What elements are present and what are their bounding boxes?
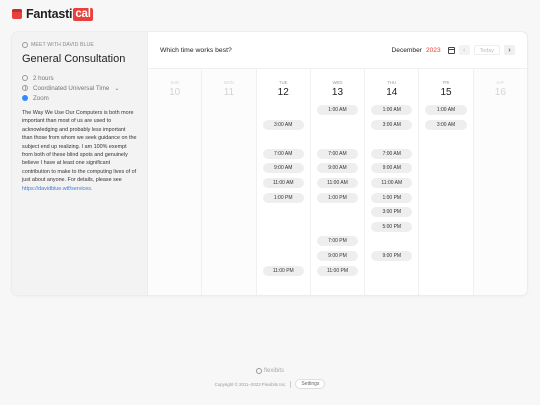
flexibits-text: flexibits: [263, 368, 284, 374]
week-grid: SUN 10 MON 11 TUE 12 3:00 AM 7:00 AM 9:00 AM 11:0…: [148, 69, 527, 295]
day-number: 11: [223, 87, 235, 98]
zoom-icon: [22, 95, 28, 101]
location-row: Zoom: [22, 93, 137, 103]
time-slot-button[interactable]: 3:00 AM: [262, 119, 304, 130]
flexibits-logo: flexibits: [0, 368, 540, 374]
time-slot-button[interactable]: 5:00 PM: [371, 221, 413, 232]
day-number: 10: [169, 87, 181, 98]
month-navigation: December 2023 ‹ Today ›: [392, 45, 515, 55]
day-column: TUE 12 3:00 AM 7:00 AM 9:00 AM 11:00 AM 1:00 P…: [257, 69, 311, 295]
day-of-week: WED: [332, 80, 343, 85]
day-number: 14: [386, 87, 398, 98]
time-slot-button[interactable]: 11:00 AM: [316, 178, 359, 188]
time-slot-button[interactable]: 9:00 PM: [371, 251, 413, 261]
day-column: SUN 10: [148, 69, 203, 295]
month-label: December: [391, 46, 422, 54]
day-number: 12: [277, 87, 289, 98]
time-slot-button[interactable]: 7:00 AM: [371, 148, 413, 159]
day-column: FRI 15 1:00 AM 3:00 AM: [419, 69, 474, 295]
time-slot-button[interactable]: 3:00 PM: [371, 207, 413, 218]
day-column: THU 14 1:00 AM 3:00 AM 7:00 AM 9:00 AM 11:00 A…: [365, 69, 420, 295]
time-slot-button[interactable]: 9:00 AM: [371, 163, 413, 174]
day-of-week: TUE: [279, 80, 288, 85]
day-number: 13: [331, 87, 344, 98]
time-slot-button[interactable]: 11:00 AM: [371, 178, 413, 188]
time-slot-button[interactable]: 11:00 PM: [316, 265, 359, 276]
meet-with-text: MEET WITH DAVID BLUE: [31, 42, 94, 48]
chevron-down-icon[interactable]: ⌄: [114, 85, 119, 92]
fantastical-logo-icon: [12, 9, 22, 19]
brand-name: Fantasti cal: [26, 7, 93, 21]
day-number: 15: [440, 87, 452, 98]
time-slot-button[interactable]: 1:00 AM: [425, 105, 467, 115]
time-slot-button[interactable]: 7:00 AM: [262, 148, 304, 159]
settings-button[interactable]: Settings: [295, 379, 326, 389]
day-of-week: MON: [224, 80, 234, 85]
timezone-text[interactable]: Coordinated Universal Time: [33, 85, 109, 92]
time-slot-button[interactable]: 3:00 AM: [425, 119, 467, 130]
calendar-icon[interactable]: [447, 46, 455, 54]
day-number: 16: [494, 87, 506, 98]
time-slot-button[interactable]: 11:00 AM: [262, 178, 304, 188]
time-slot-button[interactable]: 7:00 AM: [316, 148, 359, 159]
prev-week-button[interactable]: ‹: [458, 45, 470, 55]
day-of-week: SUN: [170, 80, 180, 85]
day-of-week: THU: [387, 80, 397, 85]
event-description: The Way We Use Our Computers is both mor…: [22, 109, 137, 193]
timezone-selector[interactable]: Coordinated Universal Time ⌄: [22, 83, 137, 93]
brand-name-cal: cal: [73, 7, 93, 21]
brand: Fantasti cal: [12, 6, 93, 22]
picker-header: Which time works best? December 2023 ‹ T…: [148, 32, 527, 69]
duration-row: 2 hours: [22, 73, 137, 83]
time-slot-button[interactable]: 11:00 PM: [262, 265, 304, 276]
copyright-text: Copyright © 2011–2023 Flexibits Inc.: [214, 381, 287, 387]
day-column: SAT 16: [473, 69, 527, 295]
brand-name-main: Fantasti: [26, 7, 73, 21]
globe-icon: [22, 85, 28, 91]
time-slot-button[interactable]: 1:00 PM: [316, 192, 359, 203]
day-of-week: SAT: [496, 80, 505, 85]
time-slot-button[interactable]: 9:00 AM: [316, 163, 359, 174]
time-slot-button[interactable]: 7:00 PM: [316, 236, 359, 247]
day-of-week: FRI: [442, 80, 450, 85]
person-icon: [22, 42, 28, 48]
day-column: MON 11: [202, 69, 257, 295]
clock-icon: [22, 75, 28, 81]
event-details-panel: MEET WITH DAVID BLUE General Consultatio…: [12, 32, 148, 295]
time-slot-button[interactable]: 3:00 AM: [371, 119, 413, 130]
year-label: 2023: [425, 46, 441, 54]
time-slot-button[interactable]: 1:00 AM: [316, 105, 359, 115]
time-picker: Which time works best? December 2023 ‹ T…: [148, 32, 527, 295]
time-slot-button[interactable]: 1:00 AM: [371, 105, 413, 115]
location-text: Zoom: [33, 94, 49, 102]
today-button[interactable]: Today: [473, 45, 500, 55]
day-column: WED 13 1:00 AM 7:00 AM 9:00 AM 11:00 AM 1:00 P…: [311, 69, 366, 295]
duration-text: 2 hours: [33, 74, 54, 82]
time-slot-button[interactable]: 9:00 PM: [316, 251, 359, 261]
scheduling-card: MEET WITH DAVID BLUE General Consultatio…: [12, 32, 527, 295]
event-title: General Consultation: [22, 53, 126, 65]
divider: [290, 380, 292, 388]
footer-copyright-row: Copyright © 2011–2023 Flexibits Inc. Set…: [0, 379, 540, 389]
flexibits-icon: [255, 368, 262, 374]
next-week-button[interactable]: ›: [504, 45, 515, 55]
time-slot-button[interactable]: 1:00 PM: [262, 192, 304, 203]
services-link[interactable]: https://davidblue.wtf/services.: [22, 186, 92, 192]
time-slot-button[interactable]: 1:00 PM: [371, 192, 413, 203]
picker-question: Which time works best?: [160, 46, 232, 54]
time-slot-button[interactable]: 9:00 AM: [262, 163, 304, 174]
meet-with-label: MEET WITH DAVID BLUE: [22, 42, 137, 48]
description-text: The Way We Use Our Computers is both mor…: [22, 110, 137, 184]
